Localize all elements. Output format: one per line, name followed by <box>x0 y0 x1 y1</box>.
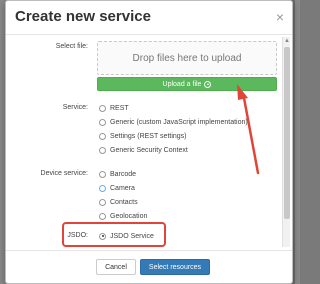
modal-footer: Cancel Select resources <box>6 250 292 283</box>
cancel-button[interactable]: Cancel <box>96 259 136 275</box>
radio-device-contacts[interactable]: Contacts <box>99 197 138 207</box>
radio-button[interactable] <box>99 132 106 140</box>
radio-button[interactable] <box>99 170 106 178</box>
modal-header: Create new service × <box>6 1 292 35</box>
select-resources-button[interactable]: Select resources <box>140 259 210 275</box>
radio-label: Generic Security Context <box>110 146 188 154</box>
upload-button-label: Upload a file <box>162 80 202 88</box>
scroll-thumb[interactable] <box>284 47 290 219</box>
select-file-label: Select file: <box>55 43 88 50</box>
close-icon[interactable]: × <box>276 10 284 24</box>
service-label: Service: <box>62 104 88 111</box>
file-dropzone[interactable]: Drop files here to upload <box>97 41 277 75</box>
radio-button[interactable] <box>99 146 106 154</box>
modal-body: Select file: Drop files here to upload U… <box>6 35 282 250</box>
modal-scrollbar[interactable]: ▲ <box>282 37 290 247</box>
create-service-modal: Create new service × Select file: Drop f… <box>5 0 293 284</box>
upload-circle-icon <box>204 80 212 88</box>
annotation-highlight-box <box>62 222 166 247</box>
radio-label: Camera <box>110 184 135 192</box>
radio-label: Barcode <box>110 170 137 178</box>
radio-service-security[interactable]: Generic Security Context <box>99 145 188 155</box>
radio-label: Contacts <box>110 198 138 206</box>
radio-button[interactable] <box>99 118 106 126</box>
radio-device-geolocation[interactable]: Geolocation <box>99 211 147 221</box>
radio-service-generic[interactable]: Generic (custom JavaScript implementatio… <box>99 117 248 127</box>
modal-title: Create new service <box>15 8 151 25</box>
radio-button[interactable] <box>99 212 106 220</box>
backdrop-right-strip <box>295 0 300 284</box>
radio-device-camera[interactable]: Camera <box>99 183 135 193</box>
radio-button[interactable] <box>99 198 106 206</box>
radio-service-settings[interactable]: Settings (REST settings) <box>99 131 187 141</box>
radio-device-barcode[interactable]: Barcode <box>99 169 136 179</box>
radio-label: Geolocation <box>110 212 148 220</box>
radio-label: Generic (custom JavaScript implementatio… <box>110 118 248 126</box>
radio-button[interactable] <box>99 104 106 112</box>
radio-service-rest[interactable]: REST <box>99 103 129 113</box>
radio-button[interactable] <box>99 184 106 192</box>
upload-file-button[interactable]: Upload a file <box>97 77 277 91</box>
radio-label: Settings (REST settings) <box>110 132 187 140</box>
radio-label: REST <box>110 104 129 112</box>
device-service-label: Device service: <box>40 170 88 177</box>
scroll-up-icon[interactable]: ▲ <box>283 37 291 45</box>
